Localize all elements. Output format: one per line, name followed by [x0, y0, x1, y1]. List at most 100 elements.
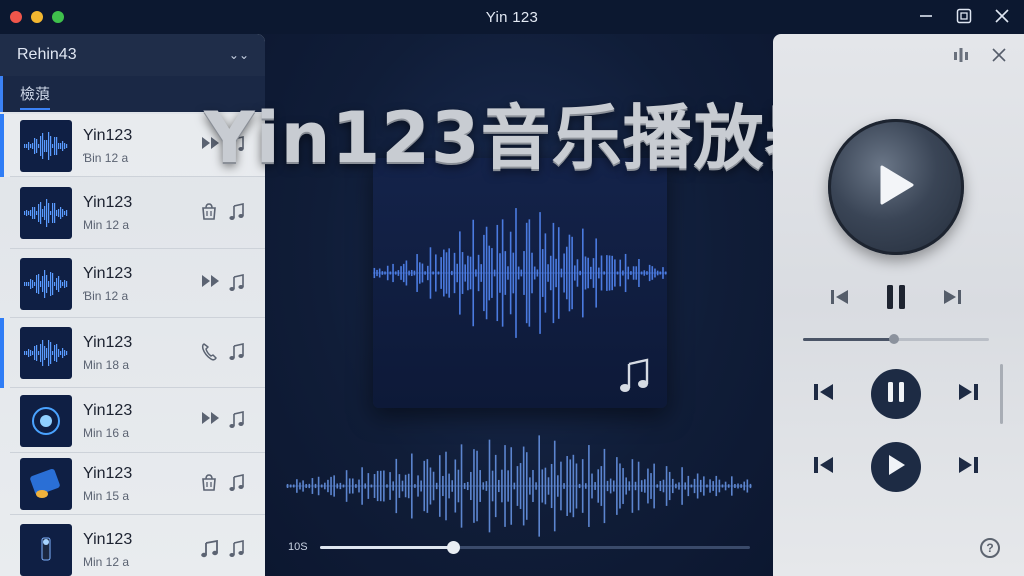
waveform-bar: [628, 481, 631, 491]
waveform-bar: [675, 483, 677, 489]
music-note-icon[interactable]: [229, 474, 249, 494]
bag-icon[interactable]: [201, 203, 221, 223]
waveform-bar: [687, 475, 690, 497]
track-title: Yin123: [83, 531, 133, 548]
fast-forward-icon[interactable]: [201, 411, 221, 431]
tab-playlist[interactable]: 檢蒗: [20, 83, 50, 104]
track-row[interactable]: Yin123 Ɓin 12 a: [0, 249, 265, 318]
waveform-bar: [573, 265, 576, 281]
waveform-bar: [538, 435, 540, 537]
previous-track-icon[interactable]: [813, 382, 835, 407]
previous-track-icon[interactable]: [813, 455, 835, 480]
track-row[interactable]: Yin123 Min 18 a: [0, 318, 265, 388]
music-notes-icon[interactable]: [201, 539, 221, 560]
waveform-bar: [706, 484, 708, 488]
waveform-bar: [512, 252, 515, 294]
waveform-visualizer: [286, 435, 752, 537]
play-disc-button[interactable]: [828, 119, 964, 255]
waveform-bar: [472, 219, 475, 327]
waveform-bar: [603, 271, 605, 275]
title-bar: Yin 123: [0, 0, 1024, 34]
next-track-icon[interactable]: [957, 455, 979, 480]
fast-forward-icon[interactable]: [201, 274, 221, 294]
music-note-icon[interactable]: [229, 540, 249, 560]
next-track-icon[interactable]: [957, 382, 979, 407]
phone-icon[interactable]: [201, 343, 221, 363]
waveform-bar: [746, 479, 749, 493]
waveform-bar: [703, 476, 705, 496]
waveform-bar: [457, 469, 460, 503]
skip-forward-icon[interactable]: [942, 288, 962, 311]
waveform-bar: [299, 482, 301, 490]
zoom-window-button[interactable]: [52, 11, 64, 23]
waveform-bar: [515, 208, 517, 338]
waveform-bar: [630, 271, 632, 275]
waveform-bar: [622, 270, 624, 276]
waveform-bar: [351, 478, 354, 494]
track-row[interactable]: Yin123 Min 12 a: [0, 177, 265, 249]
track-title: Yin123: [83, 265, 133, 282]
restore-icon[interactable]: [956, 8, 972, 24]
minimize-window-button[interactable]: [31, 11, 43, 23]
panel-scrollbar[interactable]: [1000, 364, 1003, 424]
waveform-bar: [432, 471, 435, 501]
waveform-bar: [404, 474, 407, 498]
pause-icon[interactable]: [885, 284, 907, 315]
waveform-bar: [440, 257, 442, 289]
user-name[interactable]: Rehin43: [17, 46, 77, 64]
track-title: Yin123: [83, 465, 133, 482]
waveform-bar: [653, 463, 655, 509]
waveform-bar: [423, 460, 426, 512]
control-row-play: [813, 442, 979, 492]
music-note-icon[interactable]: [229, 343, 249, 363]
music-note-icon[interactable]: [229, 203, 249, 223]
waveform-bar: [709, 479, 711, 493]
track-thumbnail: [20, 120, 72, 172]
waveform-bar: [410, 269, 413, 277]
waveform-bar: [533, 266, 536, 280]
waveform-bar: [510, 447, 513, 525]
track-row[interactable]: Yin123 Min 15 a: [0, 453, 265, 515]
waveform-bar: [619, 463, 621, 509]
playback-progress-bar[interactable]: [320, 541, 750, 554]
waveform-bar: [429, 247, 432, 299]
play-button[interactable]: [871, 442, 921, 492]
music-note-icon[interactable]: [229, 274, 249, 294]
equalizer-icon[interactable]: [952, 46, 970, 69]
track-row[interactable]: Yin123 Min 16 a: [0, 388, 265, 453]
waveform-bar: [420, 480, 422, 492]
music-note-icon[interactable]: [229, 411, 249, 431]
bag-icon[interactable]: [201, 474, 221, 494]
active-indicator: [0, 318, 4, 388]
app-banner-title: Yin123音乐播放器: [204, 97, 836, 179]
volume-handle[interactable]: [889, 334, 900, 344]
player-panel: ?: [773, 34, 1024, 576]
waveform-bar: [339, 482, 342, 490]
waveform-bar: [743, 481, 746, 491]
close-panel-icon[interactable]: [992, 48, 1006, 67]
waveform-bar: [426, 459, 429, 513]
help-icon[interactable]: ?: [980, 538, 1000, 558]
waveform-bar: [402, 263, 405, 283]
waveform-bar: [549, 255, 552, 291]
volume-slider[interactable]: [803, 334, 989, 344]
chevron-down-icon[interactable]: ⌄⌄: [229, 48, 249, 62]
waveform-bar: [656, 270, 659, 276]
waveform-bar: [358, 479, 360, 493]
waveform-bar: [640, 271, 643, 275]
waveform-bar: [522, 446, 525, 526]
waveform-bar: [389, 472, 391, 500]
track-row[interactable]: Yin123 Min 12 a: [0, 515, 265, 576]
minimize-icon[interactable]: [918, 8, 934, 24]
pause-button[interactable]: [871, 369, 921, 419]
waveform-bar: [504, 251, 507, 295]
close-window-button[interactable]: [10, 11, 22, 23]
waveform-bar: [544, 467, 547, 505]
skip-back-icon[interactable]: [830, 288, 850, 311]
waveform-bar: [519, 463, 522, 509]
waveform-bar: [370, 484, 373, 488]
waveform-bar: [598, 267, 600, 279]
close-icon[interactable]: [994, 8, 1010, 24]
waveform-bar: [536, 269, 539, 277]
waveform-bar: [678, 482, 680, 490]
